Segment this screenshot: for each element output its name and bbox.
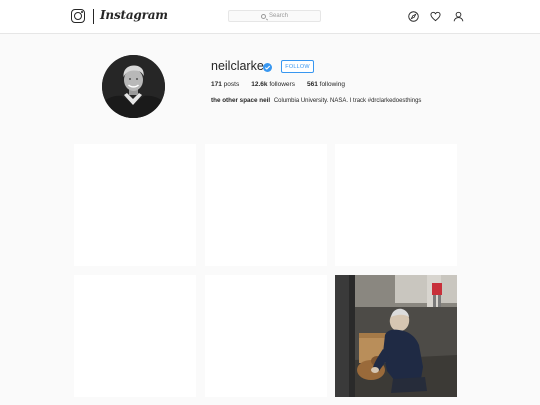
explore-compass-icon[interactable] [408, 11, 419, 22]
instagram-wordmark[interactable]: Instagram [100, 8, 168, 22]
posts-count: 171 posts [211, 81, 239, 88]
post-tile[interactable] [74, 275, 196, 397]
stat-label: posts [223, 81, 240, 88]
post-tile-photo[interactable] [335, 275, 457, 397]
verified-badge-icon [263, 63, 272, 72]
profile-person-icon[interactable] [453, 11, 464, 22]
bio-text: Columbia University. NASA. I track #drcl… [273, 98, 422, 104]
profile-stats: 171 posts 12.6k followers 561 following [211, 81, 357, 88]
stat-label: followers [269, 81, 295, 88]
profile-username: neilclarke [211, 59, 264, 73]
post-tile[interactable] [335, 144, 457, 266]
profile-bio: the other space neil Columbia University… [211, 97, 421, 104]
bio-full-name: the other space neil [211, 97, 271, 104]
logo-divider [93, 9, 94, 24]
post-tile[interactable] [205, 275, 327, 397]
search-icon [260, 13, 266, 19]
stat-value: 561 [306, 81, 318, 88]
stat-label: following [319, 81, 345, 88]
profile-avatar[interactable] [102, 55, 165, 118]
top-navigation-bar: Instagram Search [0, 0, 540, 34]
post-tile[interactable] [205, 144, 327, 266]
instagram-logo-icon[interactable] [71, 9, 85, 23]
search-input[interactable]: Search [228, 10, 321, 22]
post-tile[interactable] [74, 144, 196, 266]
activity-heart-icon[interactable] [430, 11, 441, 22]
follow-button[interactable]: FOLLOW [281, 60, 314, 73]
following-count[interactable]: 561 following [307, 81, 345, 88]
stat-value: 171 [211, 81, 222, 88]
stat-value: 12.6k [251, 81, 268, 88]
search-placeholder: Search [268, 13, 288, 19]
followers-count[interactable]: 12.6k followers [251, 81, 295, 88]
post-photo-image [335, 275, 457, 397]
